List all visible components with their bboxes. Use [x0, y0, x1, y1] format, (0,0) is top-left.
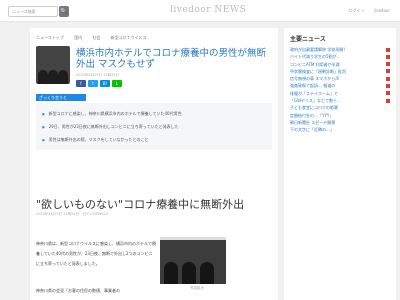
new-badge-icon	[386, 83, 390, 88]
sidebar-news-item[interactable]: 信号無視の車 スマホから声	[290, 75, 390, 82]
sidebar-news-label: コンビニATM 利用者が半減	[290, 61, 340, 67]
summary-box: 新型コロナに感染し、神奈川県横浜市内のホテルで療養していた40代男性 29日、男…	[36, 103, 272, 150]
new-badge-icon	[386, 98, 390, 103]
share-buttons: f t B! L	[76, 80, 122, 87]
breadcrumb-item[interactable]: 社会	[92, 35, 100, 40]
article-body-paragraph: 神奈川県は、新型コロナウイルスに感染し、横浜市内のホテルで療養していた40代の男…	[36, 241, 156, 266]
article-date: 2020年4月29日 21時55分	[76, 73, 120, 77]
sidebar-news-label: 俳優が「ステイホーム」で	[290, 90, 338, 96]
livedoor-link[interactable]: livedoor	[374, 8, 390, 13]
article-subheadline: "欲しいものない"コロナ療養中に無断外出	[36, 198, 245, 211]
sidebar: 主要ニュース 政府が自粛要請解除 学校再開？ バイト代減り学生の5割が… コンビ…	[284, 28, 396, 300]
breadcrumb: ニューストップ 国内 社会 新型コロナウイルス	[36, 35, 156, 41]
hatena-bookmark-button[interactable]: B!	[100, 80, 110, 87]
sidebar-news-list: 政府が自粛要請解除 学校再開？ バイト代減り学生の5割が… コンビニATM 利用…	[290, 46, 390, 134]
sidebar-news-label: バイト代減り学生の5割が…	[290, 54, 341, 60]
facebook-share-button[interactable]: f	[76, 80, 86, 87]
sidebar-news-label: 定額給付金の…「YYY」	[290, 112, 334, 118]
search-icon[interactable]: 🔍	[59, 6, 69, 17]
article-photo[interactable]	[160, 237, 226, 284]
top-links: ログイン livedoor	[341, 8, 390, 14]
login-link[interactable]: ログイン	[349, 8, 365, 13]
article-thumbnail	[36, 46, 70, 84]
sidebar-news-item[interactable]: 定額給付金の…「YYY」	[290, 112, 390, 119]
sidebar-news-label: 強姦致傷で起訴… 報道の	[290, 83, 336, 89]
summary-item: 新型コロナに感染し、神奈川県横浜市内のホテルで療養していた40代男性	[42, 107, 266, 120]
sidebar-news-item[interactable]: 甲状腺検査に「過剰診断」批判	[290, 68, 390, 75]
new-badge-icon	[386, 76, 390, 81]
sidebar-news-label: 朝日新聞社 スピード開票	[290, 119, 336, 125]
sidebar-news-label: 下の文字に「近隣の…」	[290, 127, 334, 133]
article-source: 2020年4月29日 21時54分 日テレNEWS24	[36, 212, 109, 216]
new-badge-icon	[386, 69, 390, 74]
sidebar-news-item[interactable]: バイト代減り学生の5割が…	[290, 53, 390, 60]
sidebar-news-item[interactable]: 下の文字に「近隣の…」	[290, 126, 390, 133]
search-input[interactable]: ニュース検索	[8, 6, 58, 17]
article-column: ニューストップ 国内 社会 新型コロナウイルス 横浜市内ホテルでコロナ療養中の男…	[30, 28, 278, 300]
sidebar-news-item[interactable]: 子ども食堂にコロナの影響	[290, 104, 390, 111]
new-badge-icon	[386, 47, 390, 52]
photo-enlarge-link[interactable]: 写真拡大	[190, 286, 204, 291]
top-bar: ニュース検索 🔍 livedoor NEWS ログイン livedoor	[0, 0, 400, 22]
twitter-share-button[interactable]: t	[88, 80, 98, 87]
site-logo[interactable]: livedoor NEWS	[170, 5, 246, 15]
sidebar-news-item[interactable]: 俳優が「ステイホーム」で	[290, 90, 390, 97]
summary-label: ざっくり言うと	[36, 94, 86, 101]
new-badge-icon	[386, 91, 390, 96]
sidebar-news-item[interactable]: コンビニATM 利用者が半減	[290, 61, 390, 68]
sidebar-news-item[interactable]: 「GWヤリス」などで数十…	[290, 97, 390, 104]
new-badge-icon	[386, 54, 390, 59]
article-body-paragraph: 神奈川県の会見「お客の住民の数値、事業者の	[36, 288, 120, 293]
summary-item: 29日、男性が23日夜に無断外出しコンビニに立ち寄っていたと発表した	[42, 120, 266, 133]
sidebar-news-item[interactable]: 強姦致傷で起訴… 報道の	[290, 82, 390, 89]
sidebar-news-item[interactable]: 政府が自粛要請解除 学校再開？	[290, 46, 390, 53]
article-headline: 横浜市内ホテルでコロナ療養中の男性が無断外出 マスクもせず	[76, 48, 267, 70]
sidebar-news-label: 甲状腺検査に「過剰診断」批判	[290, 68, 346, 74]
sidebar-news-label: 子ども食堂にコロナの影響	[290, 105, 338, 111]
sidebar-news-label: 「GWヤリス」などで数十…	[290, 98, 341, 104]
breadcrumb-item[interactable]: 国内	[74, 35, 82, 40]
new-badge-icon	[386, 62, 390, 67]
line-share-button[interactable]: L	[112, 80, 122, 87]
breadcrumb-item[interactable]: 新型コロナウイルス	[111, 35, 147, 40]
summary-item: 男性は無断外出の際、マスクをしていなかったとのこと	[42, 133, 266, 146]
sidebar-news-label: 信号無視の車 スマホから声	[290, 76, 340, 82]
sidebar-news-label: 政府が自粛要請解除 学校再開？	[290, 47, 348, 52]
breadcrumb-item[interactable]: ニューストップ	[36, 35, 64, 40]
sidebar-news-item[interactable]: 朝日新聞社 スピード開票	[290, 119, 390, 126]
sidebar-title: 主要ニュース	[290, 36, 326, 43]
